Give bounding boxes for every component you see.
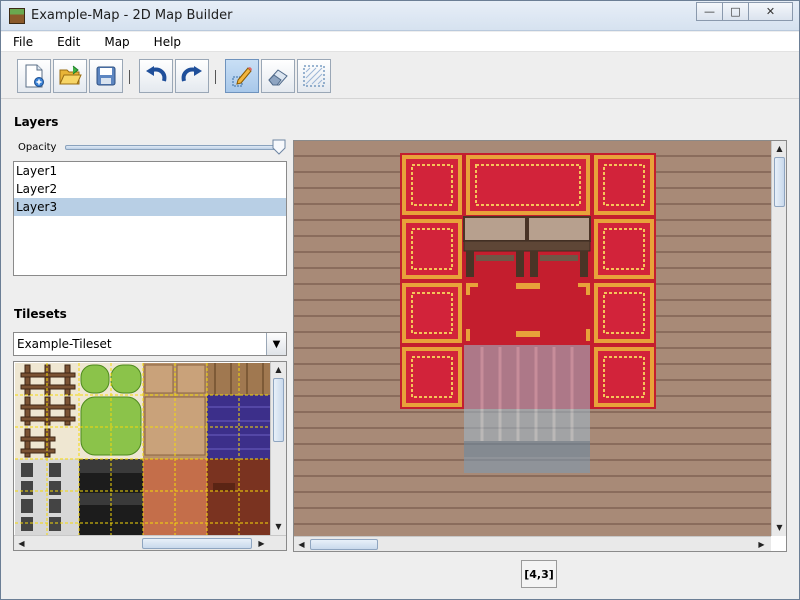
toolbar xyxy=(1,53,799,99)
tilesets-title: Tilesets xyxy=(14,307,67,321)
map-canvas[interactable] xyxy=(294,141,771,536)
opacity-label: Opacity xyxy=(18,142,57,153)
map-vertical-scrollbar[interactable]: ▲ ▼ xyxy=(771,141,786,536)
opacity-slider[interactable] xyxy=(65,145,283,150)
floppy-disk-icon xyxy=(96,66,116,86)
scroll-right-arrow-icon[interactable]: ▶ xyxy=(754,537,769,551)
pencil-icon xyxy=(232,67,252,87)
title-bar[interactable]: Example-Map - 2D Map Builder — □ ✕ xyxy=(1,1,799,31)
redo-arrow-icon xyxy=(181,66,202,82)
opacity-slider-thumb[interactable] xyxy=(271,139,287,155)
open-button[interactable] xyxy=(53,59,87,93)
close-icon: ✕ xyxy=(765,5,776,18)
scroll-up-arrow-icon[interactable]: ▲ xyxy=(271,362,286,377)
dropdown-button[interactable]: ▼ xyxy=(266,333,286,355)
pencil-tool-button[interactable] xyxy=(225,59,259,93)
scrollbar-thumb[interactable] xyxy=(142,538,252,549)
scroll-left-arrow-icon[interactable]: ◀ xyxy=(14,536,29,550)
maximize-button[interactable]: □ xyxy=(722,2,749,21)
app-icon xyxy=(9,8,25,24)
layer-item[interactable]: Layer2 xyxy=(14,180,286,198)
toolbar-separator xyxy=(215,70,217,84)
eraser-tool-button[interactable] xyxy=(261,59,295,93)
menu-edit[interactable]: Edit xyxy=(45,32,92,51)
maximize-icon: □ xyxy=(730,5,741,18)
new-document-icon xyxy=(25,64,44,88)
window-title: Example-Map - 2D Map Builder xyxy=(31,8,233,23)
tileset-select[interactable]: Example-Tileset ▼ xyxy=(13,332,287,356)
close-button[interactable]: ✕ xyxy=(748,2,793,21)
menu-bar: File Edit Map Help xyxy=(1,32,799,52)
tileset-select-value: Example-Tileset xyxy=(17,337,112,351)
scrollbar-thumb[interactable] xyxy=(273,378,284,442)
tileset-palette[interactable] xyxy=(15,363,271,535)
layer-list[interactable]: Layer1 Layer2 Layer3 xyxy=(13,161,287,276)
map-horizontal-scrollbar[interactable]: ◀ ▶ xyxy=(294,536,771,551)
selection-tool-button[interactable] xyxy=(297,59,331,93)
redo-button[interactable] xyxy=(175,59,209,93)
selection-icon xyxy=(303,65,325,87)
tileset-view[interactable]: ▲ ▼ ◀ ▶ xyxy=(13,361,287,551)
scroll-up-arrow-icon[interactable]: ▲ xyxy=(772,141,786,156)
save-button[interactable] xyxy=(89,59,123,93)
undo-arrow-icon xyxy=(146,66,167,82)
undo-button[interactable] xyxy=(139,59,173,93)
menu-map[interactable]: Map xyxy=(92,32,141,51)
scroll-left-arrow-icon[interactable]: ◀ xyxy=(294,537,309,551)
layer-item[interactable]: Layer1 xyxy=(14,162,286,180)
map-view[interactable]: ▲ ▼ ◀ ▶ xyxy=(293,140,787,552)
scrollbar-thumb[interactable] xyxy=(310,539,378,550)
minimize-icon: — xyxy=(704,5,715,18)
menu-file[interactable]: File xyxy=(1,32,45,51)
scrollbar-thumb[interactable] xyxy=(774,157,785,207)
scroll-down-arrow-icon[interactable]: ▼ xyxy=(271,519,286,534)
open-folder-icon xyxy=(59,65,82,85)
layer-item-selected[interactable]: Layer3 xyxy=(14,198,286,216)
menu-help[interactable]: Help xyxy=(142,32,193,51)
layers-title: Layers xyxy=(14,115,59,129)
eraser-icon xyxy=(268,69,288,86)
minimize-button[interactable]: — xyxy=(696,2,723,21)
tileset-vertical-scrollbar[interactable]: ▲ ▼ xyxy=(270,362,286,535)
new-map-button[interactable] xyxy=(17,59,51,93)
tileset-horizontal-scrollbar[interactable]: ◀ ▶ xyxy=(14,535,286,550)
app-window: Example-Map - 2D Map Builder — □ ✕ File … xyxy=(0,0,800,600)
toolbar-separator xyxy=(129,70,131,84)
chevron-down-icon: ▼ xyxy=(272,338,281,350)
scroll-right-arrow-icon[interactable]: ▶ xyxy=(254,536,269,550)
scroll-down-arrow-icon[interactable]: ▼ xyxy=(772,520,786,535)
cursor-coordinates: [4,3] xyxy=(521,560,557,588)
